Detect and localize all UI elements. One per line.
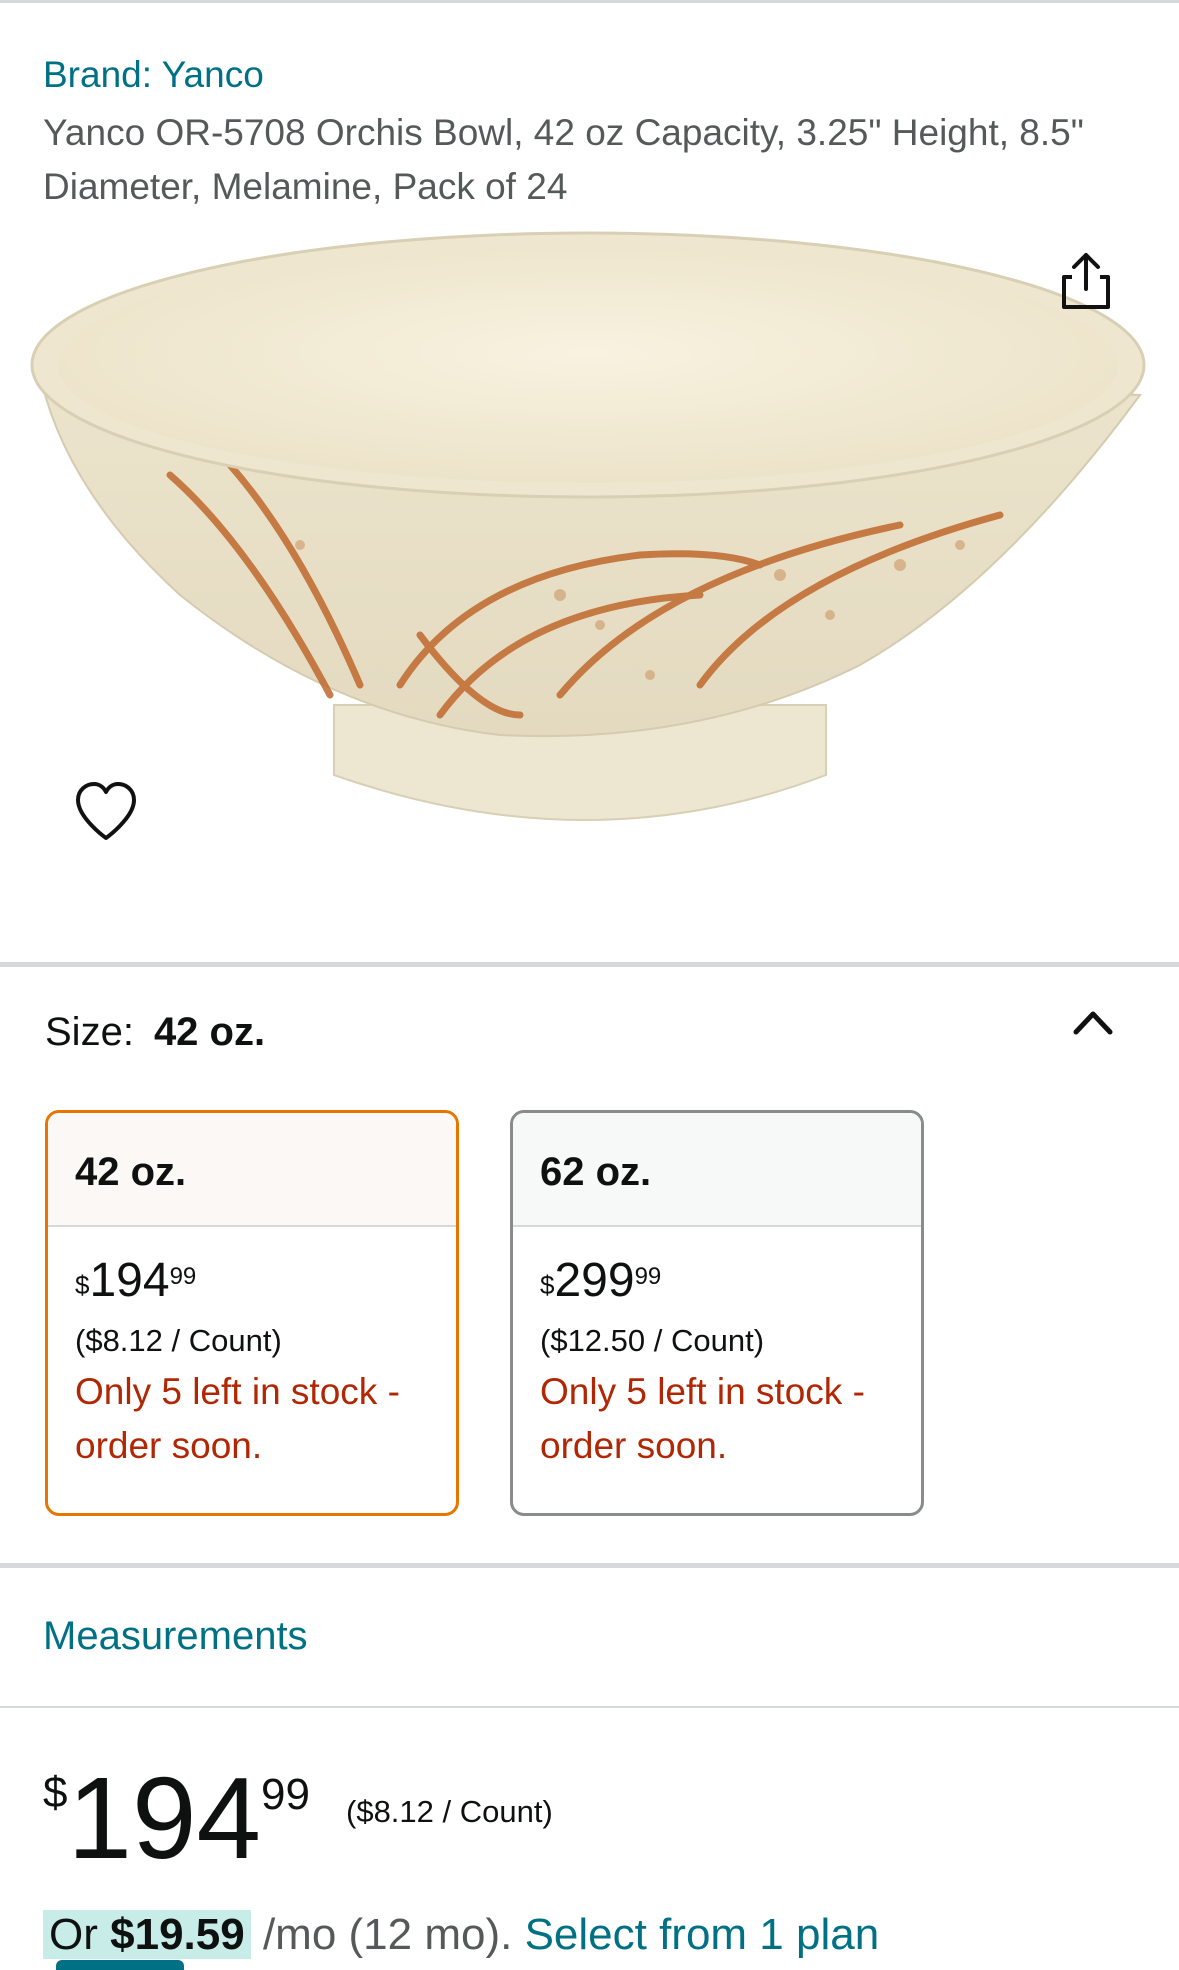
size-option-price: $29999 (540, 1253, 921, 1309)
heart-icon[interactable] (70, 776, 142, 848)
size-option-unit-price: ($8.12 / Count) (75, 1323, 282, 1358)
size-option-name: 42 oz. (48, 1113, 456, 1227)
price-fraction: 99 (634, 1263, 662, 1290)
main-unit-price: ($8.12 / Count) (346, 1794, 553, 1829)
installment-badge: Or $19.59 (43, 1910, 251, 1959)
measurements-link[interactable]: Measurements (43, 1614, 308, 1659)
stock-status: Only 5 left in stock - order soon. (75, 1371, 400, 1466)
size-label-text: Size: (45, 1010, 134, 1054)
share-icon[interactable] (1050, 247, 1122, 319)
top-divider (0, 0, 1179, 3)
chevron-up-icon[interactable] (1068, 1002, 1118, 1042)
stock-status: Only 5 left in stock - order soon. (540, 1371, 865, 1466)
size-selector-label: Size: 42 oz. (45, 1010, 265, 1055)
product-title: Yanco OR-5708 Orchis Bowl, 42 oz Capacit… (43, 112, 1084, 207)
installment-prefix: Or (49, 1910, 98, 1959)
section-divider (0, 1563, 1179, 1568)
price-whole: 194 (67, 1753, 262, 1883)
price-currency: $ (43, 1768, 68, 1817)
brand-link[interactable]: Brand: Yanco (43, 54, 264, 96)
size-option-42oz[interactable]: 42 oz. $19499 ($8.12 / Count) Only 5 lef… (45, 1110, 459, 1516)
installment-term: /mo (12 mo). (262, 1910, 513, 1959)
size-option-name: 62 oz. (513, 1113, 921, 1227)
size-option-unit-price: ($12.50 / Count) (540, 1323, 765, 1358)
main-price: $19499 (43, 1760, 310, 1876)
product-bowl-image[interactable] (0, 215, 1179, 865)
installment-underline (56, 1960, 184, 1970)
size-option-price: $19499 (75, 1253, 456, 1309)
price-whole: 194 (89, 1254, 170, 1307)
installment-offer: Or $19.59 /mo (12 mo). Select from 1 pla… (43, 1910, 879, 1960)
section-divider (0, 1706, 1179, 1708)
section-divider (0, 962, 1179, 967)
price-currency: $ (75, 1270, 90, 1300)
size-option-62oz[interactable]: 62 oz. $29999 ($12.50 / Count) Only 5 le… (510, 1110, 924, 1516)
price-whole: 299 (554, 1254, 635, 1307)
price-currency: $ (540, 1270, 555, 1300)
size-selected-value: 42 oz. (153, 1010, 266, 1054)
select-plan-link[interactable]: Select from 1 plan (525, 1910, 880, 1959)
price-fraction: 99 (261, 1770, 310, 1819)
installment-amount: $19.59 (110, 1910, 245, 1959)
price-fraction: 99 (169, 1263, 197, 1290)
